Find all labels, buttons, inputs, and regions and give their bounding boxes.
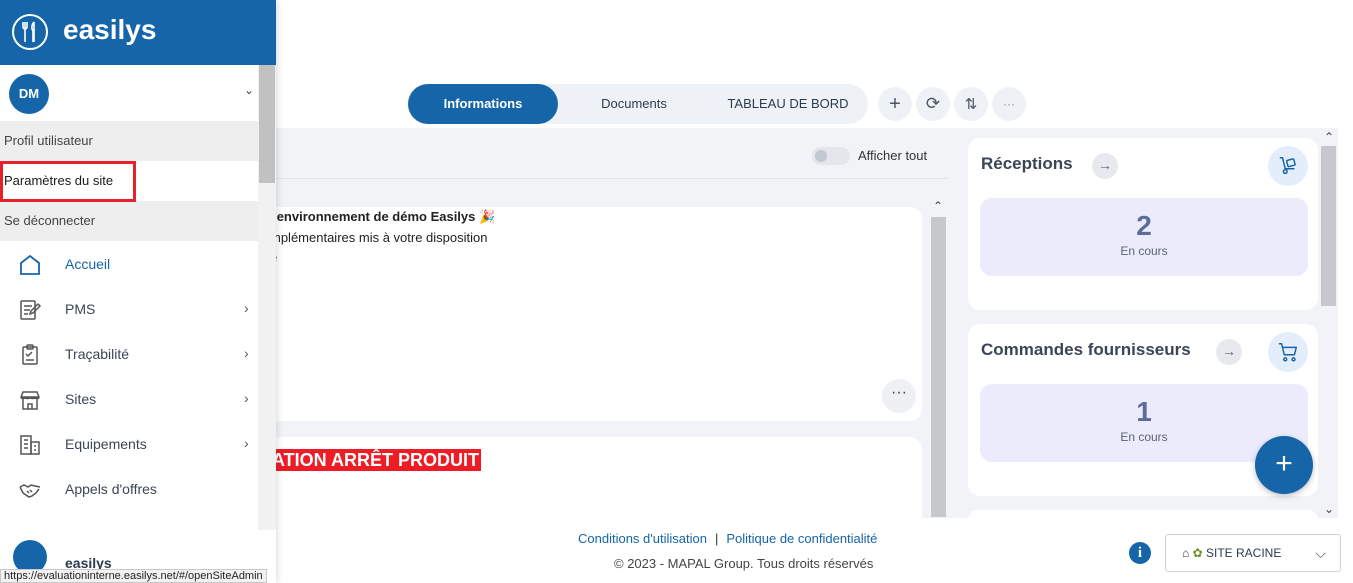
widget-status: En cours: [1120, 430, 1168, 444]
refresh-icon: ⟳: [925, 94, 941, 113]
privacy-link[interactable]: Politique de confidentialité: [726, 531, 877, 546]
sidebar-item-equipements[interactable]: Equipements ›: [0, 422, 258, 467]
home-icon: [20, 254, 40, 275]
fork-knife-logo-icon: [12, 14, 48, 50]
show-all-toggle[interactable]: [812, 147, 850, 165]
widget-stat[interactable]: 2 En cours: [980, 198, 1308, 276]
handshake-icon: [19, 484, 41, 498]
clipboard-icon: [22, 344, 38, 365]
party-icon: 🎉: [479, 209, 496, 224]
chevron-down-icon: ⌄: [244, 83, 255, 97]
widget-count: 1: [1136, 396, 1152, 427]
show-all-label: Afficher tout: [858, 148, 928, 163]
site-selector[interactable]: ⌂ ✿ SITE RACINE ⌵: [1165, 534, 1341, 572]
widget-count: 2: [1136, 210, 1152, 241]
sort-button[interactable]: ⇅: [954, 87, 988, 121]
arrow-right-icon[interactable]: →: [1216, 339, 1242, 365]
footer-links: Conditions d'utilisation | Politique de co…: [578, 531, 877, 546]
store-icon: [20, 391, 40, 410]
scroll-up-icon[interactable]: ⌃: [1324, 130, 1334, 144]
brand-name: easilys: [63, 14, 157, 45]
scroll-down-icon[interactable]: ⌄: [1324, 502, 1334, 516]
tab-documents[interactable]: Documents: [574, 84, 694, 124]
status-bar-url: https://evaluationinterne.easilys.net/#/…: [0, 569, 267, 583]
footer-separator: |: [714, 531, 719, 546]
chevron-right-icon: ›: [244, 345, 249, 361]
menu-item-profil-utilisateur[interactable]: Profil utilisateur: [0, 121, 258, 161]
sidebar: easilys DM ⌄ Profil utilisateur Paramètr…: [0, 0, 276, 583]
plus-icon: +: [889, 92, 901, 115]
sidebar-item-label: Sites: [65, 391, 97, 407]
menu-item-se-deconnecter[interactable]: Se déconnecter: [0, 201, 258, 241]
cart-icon[interactable]: [1268, 332, 1308, 372]
more-icon: ···: [1003, 97, 1015, 111]
news-more-button[interactable]: ···: [882, 379, 916, 413]
sidebar-scrollbar[interactable]: [258, 65, 276, 530]
floating-add-button[interactable]: +: [1255, 436, 1313, 494]
tab-bar: Informations Documents TABLEAU DE BORD: [408, 84, 868, 124]
sidebar-item-accueil[interactable]: Accueil: [0, 242, 258, 287]
news-alert-title: ATION ARRÊT PRODUIT: [270, 449, 481, 471]
sort-icon: ⇅: [964, 96, 978, 113]
widget-title: Commandes fournisseurs: [981, 340, 1191, 359]
user-menu-toggle[interactable]: DM ⌄: [0, 65, 258, 121]
chevron-right-icon: ›: [244, 390, 249, 406]
plant-icon: ✿: [1192, 546, 1203, 560]
chevron-right-icon: ›: [244, 435, 249, 451]
building-icon: [20, 435, 40, 455]
sidebar-item-tracabilite[interactable]: Traçabilité ›: [0, 332, 258, 377]
dolly-icon[interactable]: [1268, 146, 1308, 186]
add-button[interactable]: +: [878, 87, 912, 121]
menu-item-parametres-du-site[interactable]: Paramètres du site: [0, 161, 258, 201]
scrollbar-thumb[interactable]: [1321, 146, 1336, 306]
more-options-button[interactable]: ···: [992, 87, 1026, 121]
sidebar-item-sites[interactable]: Sites ›: [0, 377, 258, 422]
home-icon: ⌂: [1182, 546, 1190, 560]
tab-tableau-de-bord[interactable]: TABLEAU DE BORD: [708, 84, 868, 124]
site-selector-value: SITE RACINE: [1206, 546, 1282, 560]
info-icon[interactable]: i: [1129, 542, 1151, 564]
copyright: © 2023 - MAPAL Group. Tous droits réserv…: [614, 556, 874, 571]
widget-title: Réceptions: [981, 154, 1073, 173]
news-scrollbar[interactable]: ⌃: [930, 199, 947, 517]
receptions-widget: Réceptions → 2 En cours: [968, 138, 1318, 310]
sidebar-item-label: Traçabilité: [65, 346, 130, 362]
tab-informations[interactable]: Informations: [408, 84, 558, 124]
app: Informations Documents TABLEAU DE BORD +…: [0, 0, 1353, 583]
news-text: mplémentaires mis à votre disposition: [270, 230, 488, 245]
terms-link[interactable]: Conditions d'utilisation: [578, 531, 707, 546]
user-name: [60, 69, 171, 114]
sidebar-item-label: Accueil: [65, 256, 111, 272]
sidebar-item-appels-d-offres[interactable]: Appels d'offres: [0, 467, 258, 512]
news-title: l'environnement de démo Easilys 🎉: [270, 209, 496, 224]
brand-header: easilys: [0, 0, 276, 65]
widgets-scrollbar[interactable]: ⌃ ⌄: [1320, 128, 1338, 518]
scroll-up-icon[interactable]: ⌃: [933, 199, 943, 213]
refresh-button[interactable]: ⟳: [916, 87, 950, 121]
sidebar-item-label: PMS: [65, 301, 96, 317]
arrow-right-icon[interactable]: →: [1092, 153, 1118, 179]
edit-document-icon: [20, 300, 42, 320]
sidebar-item-label: Appels d'offres: [65, 481, 157, 497]
chevron-right-icon: ›: [244, 300, 249, 316]
widget-status: En cours: [1120, 244, 1168, 258]
scrollbar-thumb[interactable]: [931, 217, 946, 517]
widget-card: [968, 510, 1318, 530]
news-card: ATION ARRÊT PRODUIT: [230, 437, 922, 527]
avatar: DM: [9, 74, 49, 114]
filter-row: Afficher tout: [276, 137, 948, 179]
news-card: l'environnement de démo Easilys 🎉 mpléme…: [230, 207, 922, 421]
sidebar-item-pms[interactable]: PMS ›: [0, 287, 258, 332]
chevron-down-icon: ⌵: [1315, 545, 1326, 561]
sidebar-item-label: Equipements: [65, 436, 147, 452]
scrollbar-thumb[interactable]: [259, 65, 275, 183]
